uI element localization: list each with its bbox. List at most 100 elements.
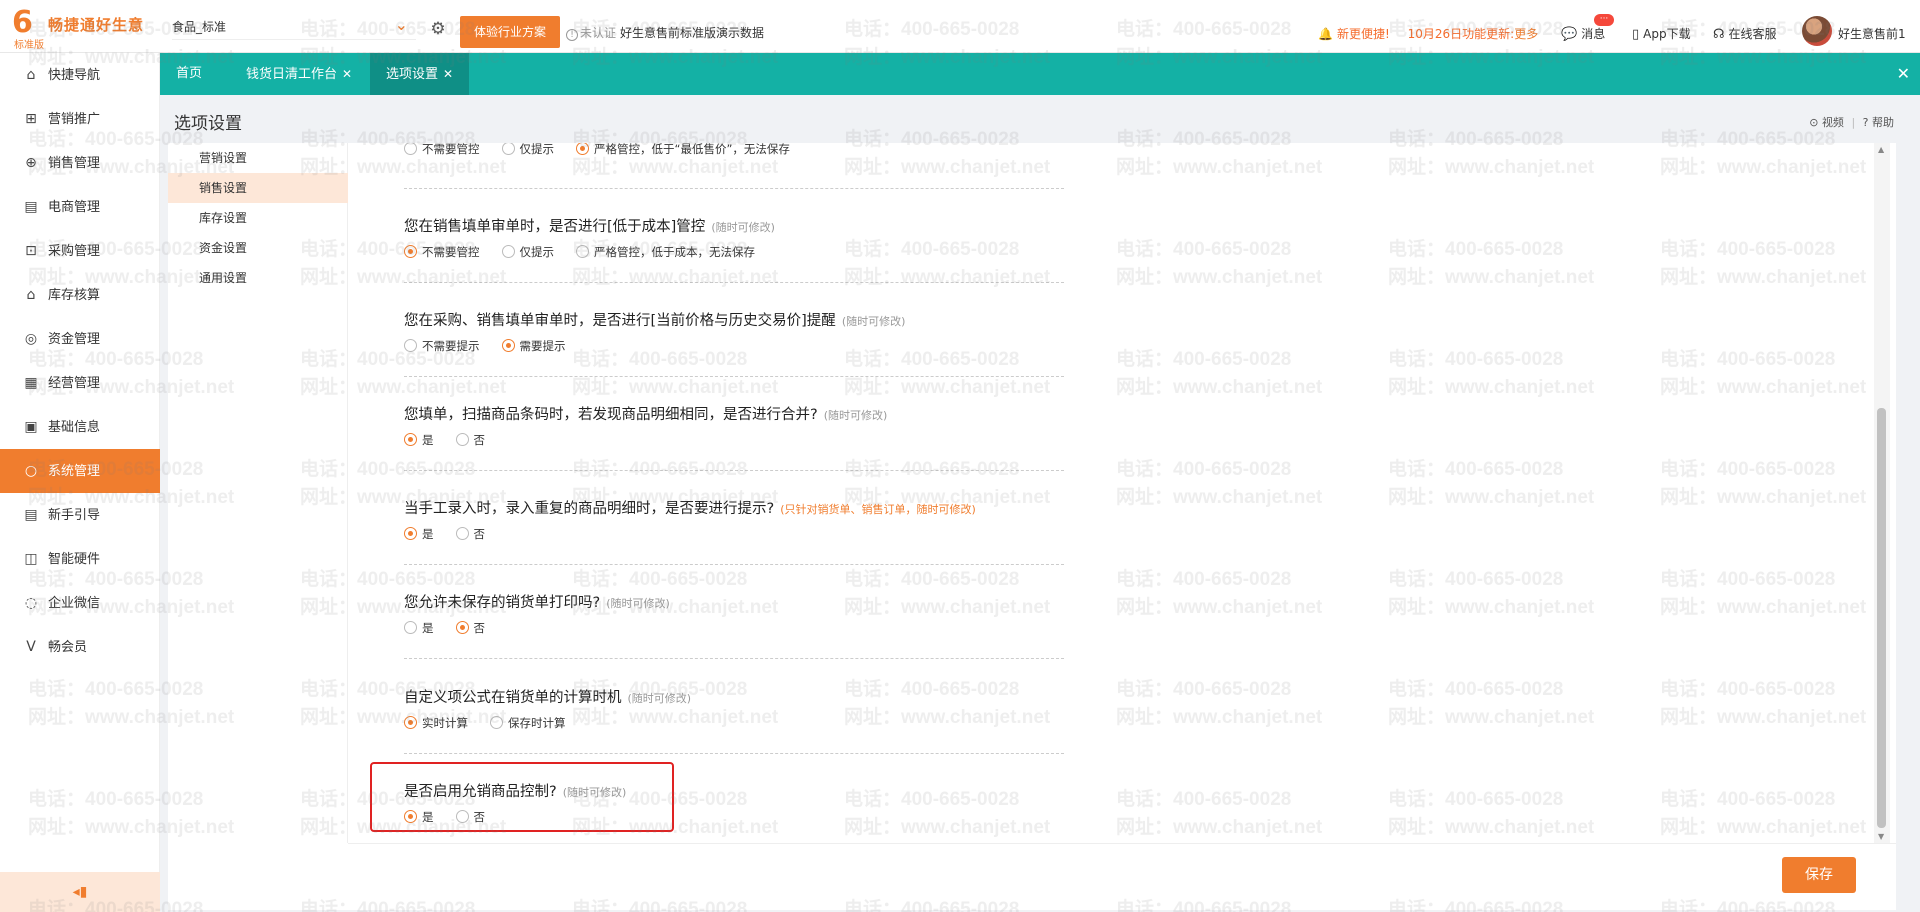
category-item[interactable]: 库存设置 xyxy=(168,203,348,233)
cert-status[interactable]: ! 未认证 xyxy=(566,24,616,41)
category-item[interactable]: 销售设置 xyxy=(168,173,348,203)
sidebar-item-label: 畅会员 xyxy=(48,640,88,655)
account-set-select[interactable]: 食品_标准 ⌄ xyxy=(172,14,416,40)
category-item[interactable]: 通用设置 xyxy=(168,263,348,293)
radio-button[interactable] xyxy=(404,810,417,823)
radio-button[interactable] xyxy=(404,433,417,446)
radio-option[interactable]: 不需要管控 xyxy=(404,244,480,260)
radio-button[interactable] xyxy=(455,810,469,823)
messages-label: 消息 xyxy=(1581,27,1606,41)
scroll-up-icon[interactable]: ▲ xyxy=(1878,145,1884,154)
setting-question-text: 自定义项公式在销货单的计算时机 xyxy=(404,690,622,706)
radio-option[interactable]: 严格管控，低于“最低售价”，无法保存 xyxy=(576,143,790,157)
radio-button[interactable] xyxy=(455,621,469,634)
radio-option[interactable]: 否 xyxy=(455,432,485,448)
radio-button[interactable] xyxy=(501,339,515,352)
messages-link[interactable]: 💬 消息 xyxy=(1561,25,1605,42)
radio-button[interactable] xyxy=(404,245,417,258)
radio-button[interactable] xyxy=(490,716,503,729)
online-support-link[interactable]: ☊ 在线客服 xyxy=(1713,25,1777,42)
radio-option[interactable]: 是 xyxy=(404,432,434,448)
radio-button[interactable] xyxy=(404,339,417,352)
radio-option[interactable]: 不需要管控 xyxy=(404,143,480,157)
avatar[interactable] xyxy=(1802,16,1832,46)
radio-button[interactable] xyxy=(576,245,589,258)
radio-option[interactable]: 仅提示 xyxy=(501,143,554,157)
sidebar-item-home[interactable]: ⌂ 快捷导航 xyxy=(0,53,160,97)
radio-button[interactable] xyxy=(404,527,417,540)
phone-icon: ▯ xyxy=(1632,27,1640,42)
radio-button[interactable] xyxy=(501,143,515,155)
setting-tip: (随时可修改) xyxy=(841,315,906,328)
radio-option[interactable]: 不需要提示 xyxy=(404,338,480,354)
sidebar-item-purchase[interactable]: ⊡ 采购管理 xyxy=(0,229,160,273)
gift-icon: ⊞ xyxy=(25,111,37,127)
message-badge: ··· xyxy=(1594,14,1614,26)
sidebar-item-report[interactable]: ▦ 经营管理 xyxy=(0,361,160,405)
radio-option[interactable]: 是 xyxy=(404,809,434,825)
vip-icon: V xyxy=(26,639,36,655)
sidebar-item-system[interactable]: ○ 系统管理 xyxy=(0,449,160,493)
sidebar-item-vip[interactable]: V 畅会员 xyxy=(0,625,160,669)
close-icon[interactable]: ✕ xyxy=(342,67,352,81)
category-item[interactable]: 营销设置 xyxy=(168,143,348,173)
radio-option[interactable]: 否 xyxy=(455,809,485,825)
scrollbar[interactable]: ▲ ▼ xyxy=(1874,143,1890,843)
scroll-thumb[interactable] xyxy=(1877,408,1886,828)
tab-option-settings[interactable]: 选项设置 ✕ xyxy=(370,53,470,95)
sidebar-item-sales[interactable]: ⊕ 销售管理 xyxy=(0,141,160,185)
setting-question-text: 您允许未保存的销货单打印吗? xyxy=(404,595,601,611)
bell-icon: 🔔 xyxy=(1318,27,1333,41)
setting-question-text: 当手工录入时，录入重复的商品明细时，是否要进行提示? xyxy=(404,501,775,517)
divider xyxy=(404,564,1064,565)
divider: | xyxy=(1851,116,1856,129)
notice-more-link[interactable]: 更多 xyxy=(1514,27,1538,41)
radio-group: 不需要管控 仅提示 严格管控，低于成本，无法保存 xyxy=(404,244,1064,260)
sidebar-item-hardware[interactable]: ◫ 智能硬件 xyxy=(0,537,160,581)
tab-cash-workbench[interactable]: 钱货日清工作台 ✕ xyxy=(230,53,368,95)
sidebar-item-warehouse[interactable]: ⌂ 库存核算 xyxy=(0,273,160,317)
user-name[interactable]: 好生意售前1 xyxy=(1838,25,1906,42)
collapse-sidebar-icon[interactable]: ◂▮ xyxy=(0,872,160,912)
radio-option[interactable]: 否 xyxy=(455,620,485,636)
radio-group: 不需要提示 需要提示 xyxy=(404,338,1064,354)
hardware-icon: ◫ xyxy=(24,551,38,567)
sidebar-item-gift[interactable]: ⊞ 营销推广 xyxy=(0,97,160,141)
radio-option[interactable]: 需要提示 xyxy=(501,338,566,354)
sidebar-item-guide[interactable]: ▤ 新手引导 xyxy=(0,493,160,537)
radio-button[interactable] xyxy=(455,527,469,540)
sidebar-item-shop[interactable]: ▤ 电商管理 xyxy=(0,185,160,229)
radio-option[interactable]: 严格管控，低于成本，无法保存 xyxy=(576,244,755,260)
gear-icon[interactable]: ⚙ xyxy=(428,20,448,40)
sidebar-item-label: 快捷导航 xyxy=(48,68,101,83)
radio-button[interactable] xyxy=(404,143,417,155)
radio-option[interactable]: 仅提示 xyxy=(501,244,554,260)
video-link[interactable]: ⊙ 视频 xyxy=(1809,116,1844,129)
radio-button[interactable] xyxy=(404,621,417,634)
warehouse-icon: ⌂ xyxy=(26,287,36,303)
radio-option[interactable]: 保存时计算 xyxy=(490,715,566,731)
radio-option[interactable]: 否 xyxy=(455,526,485,542)
app-logo[interactable]: 6 畅捷通好生意 标准版 xyxy=(12,6,162,52)
sidebar: ⌂ 快捷导航 ⊞ 营销推广 ⊕ 销售管理 ▤ 电商管理 ⊡ 采购管理 ⌂ 库存核算 ◎ 资金管理 ▦ 经营管理… xyxy=(0,53,160,912)
setting-item: 您填单，扫描商品条码时，若发现商品明细相同，是否进行合并? (随时可修改) 是否 xyxy=(404,403,1064,448)
sidebar-item-money[interactable]: ◎ 资金管理 xyxy=(0,317,160,361)
trial-industry-button[interactable]: 体验行业方案 xyxy=(460,16,560,48)
help-link[interactable]: ? 帮助 xyxy=(1863,116,1894,129)
radio-button[interactable] xyxy=(455,433,469,446)
radio-option[interactable]: 是 xyxy=(404,526,434,542)
close-icon[interactable]: ✕ xyxy=(443,67,453,81)
save-button[interactable]: 保存 xyxy=(1782,857,1856,893)
radio-option[interactable]: 实时计算 xyxy=(404,715,468,731)
app-download-link[interactable]: ▯ App下载 xyxy=(1632,25,1691,42)
radio-button[interactable] xyxy=(501,245,515,258)
close-all-tabs-icon[interactable]: ✕ xyxy=(1897,53,1910,95)
category-item[interactable]: 资金设置 xyxy=(168,233,348,263)
sidebar-item-wecom[interactable]: ◌ 企业微信 xyxy=(0,581,160,625)
radio-button[interactable] xyxy=(404,716,417,729)
radio-button[interactable] xyxy=(576,143,589,155)
scroll-down-icon[interactable]: ▼ xyxy=(1878,832,1884,841)
radio-option[interactable]: 是 xyxy=(404,620,434,636)
sidebar-item-info[interactable]: ▣ 基础信息 xyxy=(0,405,160,449)
tab-home[interactable]: 首页 xyxy=(160,53,218,95)
